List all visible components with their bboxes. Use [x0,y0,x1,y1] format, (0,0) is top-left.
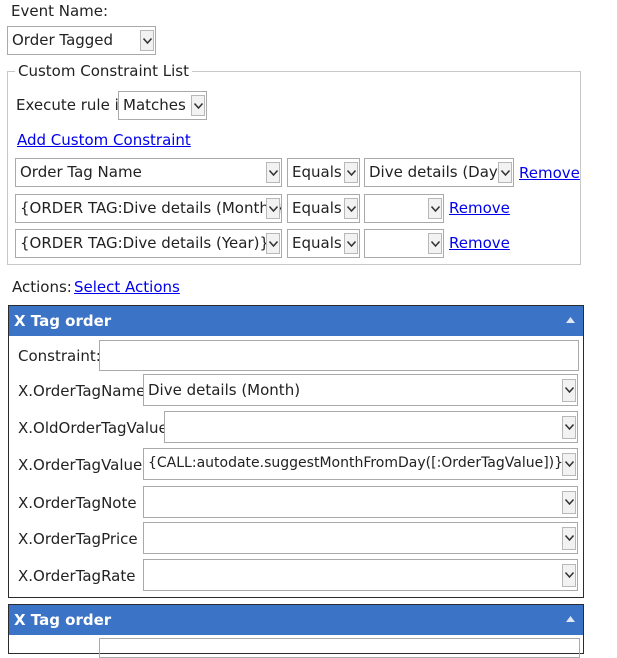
chevron-down-icon [562,379,576,402]
chevron-down-icon [191,95,205,116]
constraint-field-value: {ORDER TAG:Dive details (Year)} [20,234,270,252]
constraint-operator-value: Equals [292,163,342,181]
constraint-value-select[interactable] [364,194,444,223]
ordertagname-value: Dive details (Month) [148,381,301,399]
chevron-down-icon [344,162,358,183]
constraint-input[interactable] [99,638,580,658]
custom-constraint-legend: Custom Constraint List [18,62,189,80]
select-actions-link[interactable]: Select Actions [74,278,180,296]
chevron-down-icon [498,162,512,183]
constraint-operator-select[interactable]: Equals [287,194,360,223]
constraint-field-select[interactable]: Order Tag Name [15,158,282,187]
constraint-value-text: Dive details (Day) [369,163,504,181]
ordertagvalue-value: {CALL:autodate.suggestMonthFromDay([:Ord… [148,455,564,471]
field-label-ordertagname: X.OrderTagName [18,382,146,400]
constraint-field-value: Order Tag Name [20,163,142,181]
remove-constraint-link[interactable]: Remove [449,199,510,217]
event-name-value: Order Tagged [12,31,114,49]
caret-up-icon[interactable] [566,317,575,323]
chevron-down-icon [562,491,576,514]
event-name-label: Event Name: [11,2,109,20]
execute-rule-value: Matches [123,96,186,114]
chevron-down-icon [428,233,442,254]
constraint-label: Constraint: [18,347,101,365]
execute-rule-label: Execute rule if [16,96,125,114]
action-panel-title: X Tag order [14,611,112,629]
add-custom-constraint-link[interactable]: Add Custom Constraint [17,131,191,149]
event-name-select[interactable]: Order Tagged [7,26,156,55]
execute-rule-select[interactable]: Matches [118,91,207,120]
action-panel: X Tag order [8,604,584,658]
field-label-ordertagvalue: X.OrderTagValue [18,456,143,474]
chevron-down-icon [562,416,576,439]
action-panel-header[interactable]: X Tag order [9,605,583,635]
ordertagname-select[interactable]: Dive details (Month) [143,374,578,406]
chevron-down-icon [428,198,442,219]
ordertagnote-select[interactable] [143,486,578,518]
caret-up-icon[interactable] [566,616,575,622]
chevron-down-icon [344,233,358,254]
field-label-ordertagprice: X.OrderTagPrice [18,530,138,548]
ordertagrate-select[interactable] [143,559,578,591]
chevron-down-icon [266,198,280,219]
constraint-operator-value: Equals [292,234,342,252]
ordertagvalue-select[interactable]: {CALL:autodate.suggestMonthFromDay([:Ord… [143,448,578,480]
actions-label: Actions: [12,278,72,296]
field-label-ordertagrate: X.OrderTagRate [18,567,136,585]
chevron-down-icon [562,564,576,587]
chevron-down-icon [266,162,280,183]
remove-constraint-link[interactable]: Remove [449,234,510,252]
constraint-value-select[interactable]: Dive details (Day) [364,158,514,187]
field-label-oldordertagvalue: X.OldOrderTagValue [18,419,168,437]
constraint-value-select[interactable] [364,229,444,258]
constraint-operator-value: Equals [292,199,342,217]
chevron-down-icon [562,527,576,550]
remove-constraint-link[interactable]: Remove [519,164,580,182]
chevron-down-icon [562,453,576,476]
constraint-field-select[interactable]: {ORDER TAG:Dive details (Month)} [15,194,282,223]
constraint-operator-select[interactable]: Equals [287,158,360,187]
constraint-input[interactable] [99,340,579,371]
constraint-operator-select[interactable]: Equals [287,229,360,258]
chevron-down-icon [344,198,358,219]
oldordertagvalue-select[interactable] [164,411,578,443]
action-panel-header[interactable]: X Tag order [9,306,583,336]
constraint-field-value: {ORDER TAG:Dive details (Month)} [20,199,282,217]
action-panel-title: X Tag order [14,312,112,330]
constraint-field-select[interactable]: {ORDER TAG:Dive details (Year)} [15,229,282,258]
chevron-down-icon [266,233,280,254]
chevron-down-icon [140,30,154,51]
field-label-ordertagnote: X.OrderTagNote [18,494,137,512]
ordertagprice-select[interactable] [143,522,578,554]
